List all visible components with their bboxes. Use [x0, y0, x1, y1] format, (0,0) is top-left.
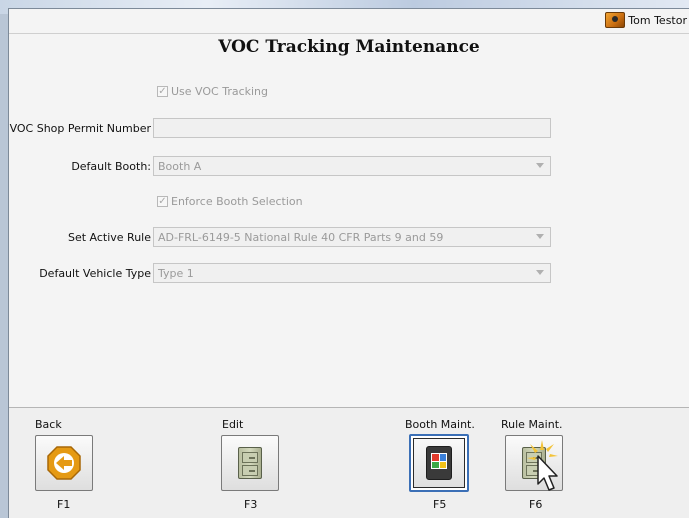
chevron-down-icon — [536, 163, 544, 168]
chevron-down-icon — [536, 270, 544, 275]
enforce-booth-checkbox[interactable]: ✓ — [157, 196, 168, 207]
use-voc-tracking-row[interactable]: ✓ Use VOC Tracking — [157, 85, 268, 98]
chevron-down-icon — [536, 234, 544, 239]
booth-maint-button[interactable] — [409, 434, 469, 492]
use-voc-tracking-label: Use VOC Tracking — [171, 85, 269, 98]
top-bar: Tom Testor — [9, 9, 689, 34]
fkey-booth-key: F5 — [433, 498, 447, 511]
default-booth-label: Default Booth: — [71, 160, 151, 173]
default-booth-value: Booth A — [158, 160, 202, 173]
default-booth-select[interactable]: Booth A — [153, 156, 551, 176]
active-rule-label: Set Active Rule — [67, 231, 151, 244]
vehicle-type-label: Default Vehicle Type — [39, 267, 151, 280]
fkey-edit-key: F3 — [244, 498, 258, 511]
fkey-edit: Edit F3 — [219, 412, 299, 512]
current-user[interactable]: Tom Testor — [605, 9, 689, 31]
vehicle-type-select[interactable]: Type 1 — [153, 263, 551, 283]
back-button[interactable] — [35, 435, 93, 491]
permit-number-input[interactable] — [153, 118, 551, 138]
back-arrow-icon — [47, 446, 81, 480]
fkey-rule-label: Rule Maint. — [501, 418, 563, 431]
edit-button[interactable] — [221, 435, 279, 491]
page-title: VOC Tracking Maintenance — [218, 37, 480, 57]
user-name: Tom Testor — [628, 13, 687, 27]
fkey-edit-label: Edit — [222, 418, 244, 431]
fkey-rule-key: F6 — [529, 498, 543, 511]
fkey-back: Back F1 — [31, 412, 111, 512]
paint-booth-icon — [426, 446, 452, 480]
function-key-bar: Back F1 Edit F3 Booth Maint. F5 Rule Mai… — [9, 407, 689, 518]
enforce-booth-label: Enforce Booth Selection — [171, 195, 303, 208]
app-window: Tom Testor VOC Tracking Maintenance ✓ Us… — [8, 8, 689, 518]
fkey-booth-label: Booth Maint. — [405, 418, 475, 431]
fkey-back-key: F1 — [57, 498, 71, 511]
active-rule-select[interactable]: AD-FRL-6149-5 National Rule 40 CFR Parts… — [153, 227, 551, 247]
fkey-booth-maint: Booth Maint. F5 — [403, 412, 483, 512]
user-avatar-icon — [605, 12, 626, 28]
fkey-back-label: Back — [35, 418, 62, 431]
active-rule-value: AD-FRL-6149-5 National Rule 40 CFR Parts… — [158, 231, 444, 244]
permit-number-label: VOC Shop Permit Number — [9, 122, 151, 135]
vehicle-type-value: Type 1 — [158, 267, 194, 280]
use-voc-tracking-checkbox[interactable]: ✓ — [157, 86, 168, 97]
file-cabinet-icon — [238, 447, 262, 479]
mouse-cursor-icon — [527, 440, 558, 491]
enforce-booth-row[interactable]: ✓ Enforce Booth Selection — [157, 195, 303, 208]
